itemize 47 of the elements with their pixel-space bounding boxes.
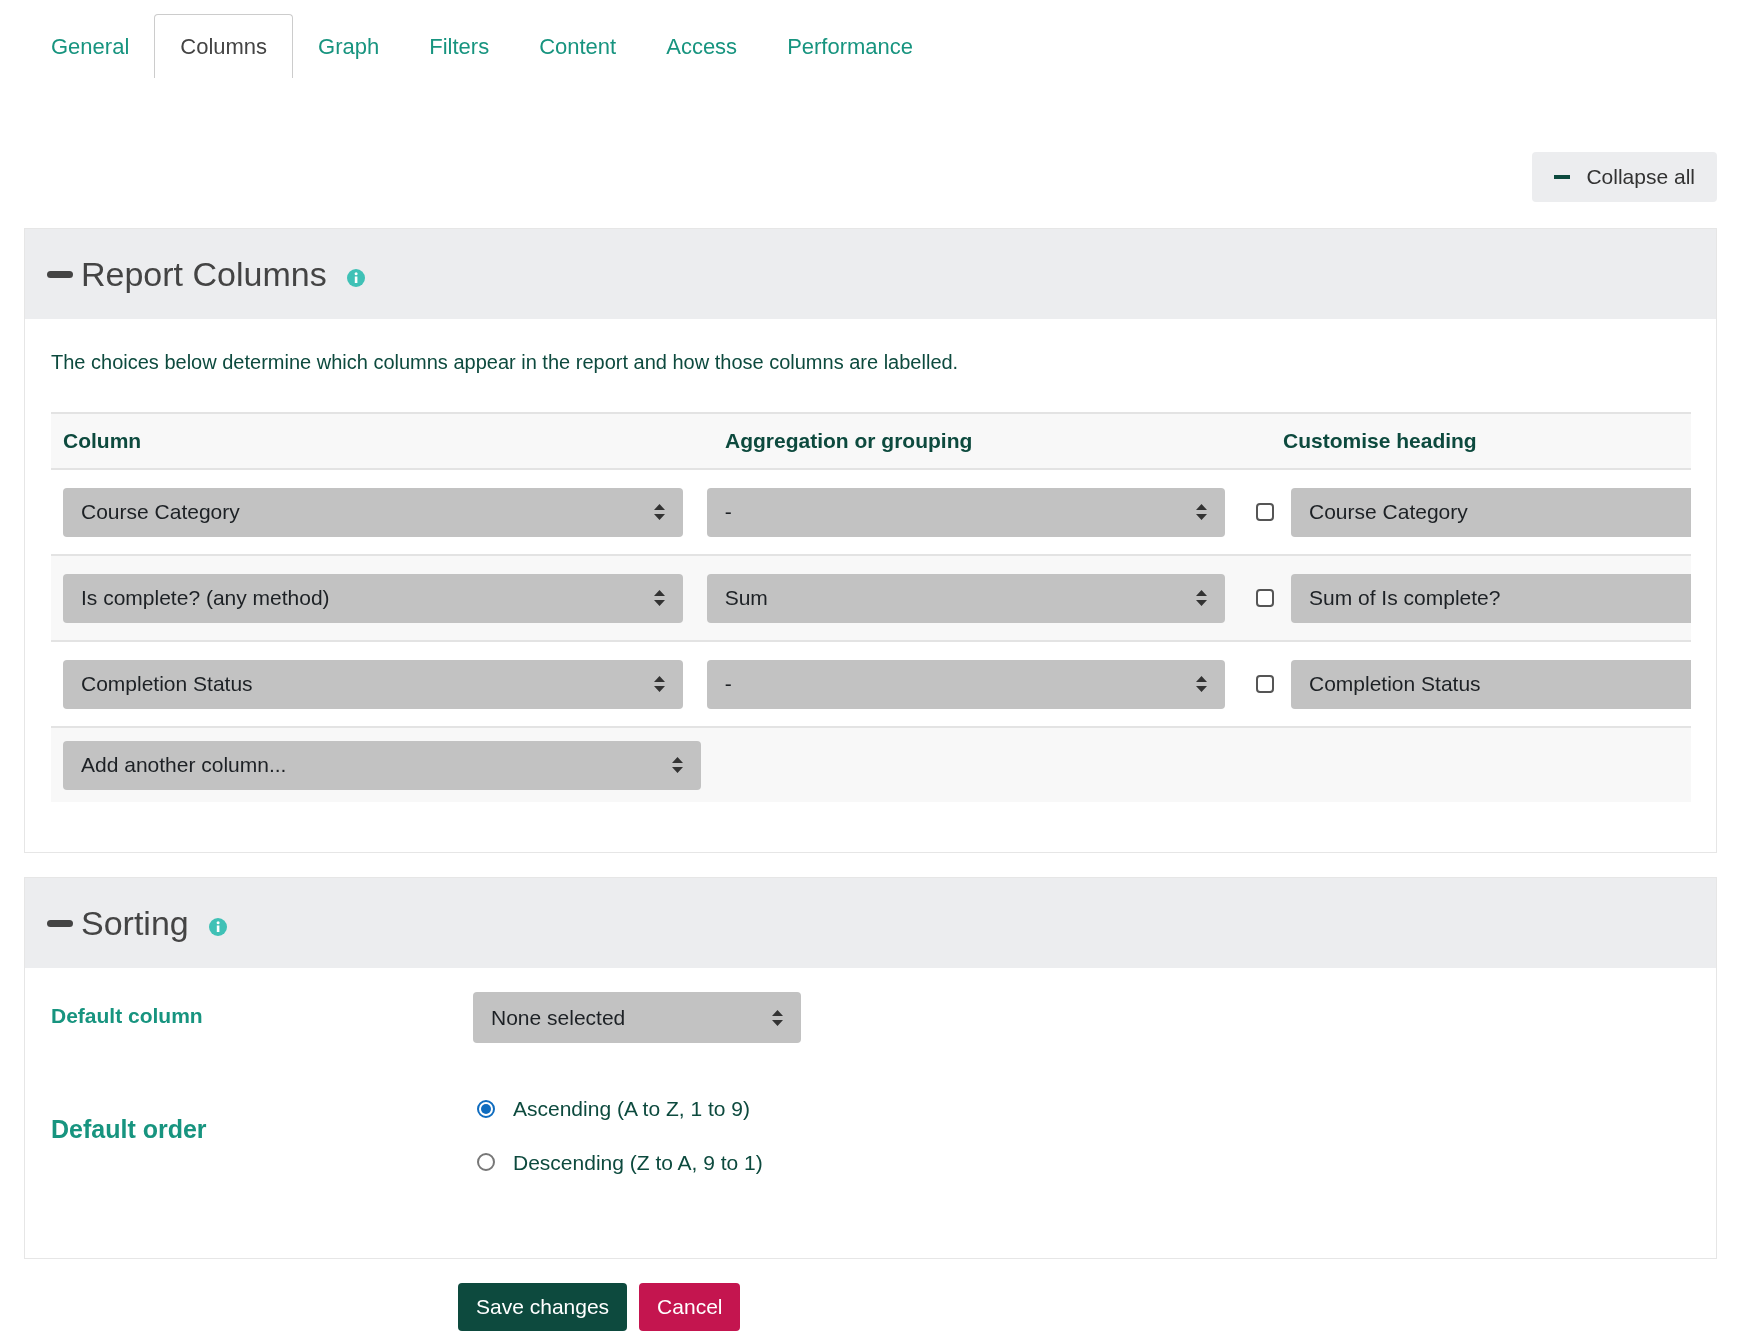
select-dropdown[interactable]: Course Category (63, 487, 683, 537)
tab[interactable]: Filters (404, 14, 515, 78)
collapse-icon[interactable] (47, 919, 73, 927)
sort-arrows-icon (1196, 590, 1208, 606)
collapse-all-button[interactable]: Collapse all (1532, 152, 1717, 202)
sort-arrows-icon (672, 757, 683, 773)
column-header: Customise heading (1283, 428, 1477, 455)
field-label: Default order (51, 1114, 208, 1145)
tab[interactable]: Performance (762, 14, 939, 78)
collapse-icon[interactable] (47, 270, 73, 278)
tab[interactable]: Graph (293, 14, 405, 78)
sort-arrows-icon (653, 590, 665, 606)
cancel-button[interactable]: Cancel (639, 1283, 741, 1331)
radio-label: Ascending (A to Z, 1 to 9) (513, 1096, 750, 1122)
sort-arrows-icon (1196, 676, 1208, 692)
heading-input[interactable]: Sum of Is complete? (1291, 573, 1691, 623)
heading-input[interactable]: Course Category (1291, 487, 1691, 537)
select-dropdown[interactable]: Sum (706, 573, 1226, 623)
select-dropdown[interactable]: None selected (473, 992, 801, 1043)
radio-button[interactable] (477, 1153, 495, 1172)
section-description: The choices below determine which columns appear in the report and how those columns are labelled. (51, 350, 960, 375)
select-dropdown[interactable]: Add another column... (63, 740, 701, 790)
tab[interactable]: Columns (154, 14, 294, 78)
tab[interactable]: Content (514, 14, 642, 78)
save-button[interactable]: Save changes (458, 1283, 628, 1331)
sort-arrows-icon (653, 504, 665, 520)
radio-button[interactable] (477, 1099, 495, 1118)
sort-arrows-icon (653, 676, 665, 692)
minus-icon (1554, 175, 1571, 179)
tab[interactable]: Access (641, 14, 763, 78)
sort-arrows-icon (1196, 504, 1208, 520)
select-dropdown[interactable]: Completion Status (63, 659, 683, 709)
section-title: Sorting (81, 902, 189, 944)
select-dropdown[interactable]: - (706, 659, 1226, 709)
checkbox[interactable] (1256, 503, 1274, 521)
tab[interactable]: General (26, 14, 155, 78)
column-header: Aggregation or grouping (725, 428, 974, 455)
sort-arrows-icon (772, 1009, 783, 1026)
checkbox[interactable] (1256, 675, 1274, 693)
heading-input[interactable]: Completion Status (1291, 659, 1691, 709)
field-label: Default column (51, 1003, 204, 1029)
section-title: Report Columns (81, 253, 327, 295)
column-header: Column (62, 428, 143, 455)
radio-label: Descending (Z to A, 9 to 1) (513, 1149, 763, 1176)
select-dropdown[interactable]: - (706, 487, 1226, 537)
select-dropdown[interactable]: Is complete? (any method) (63, 573, 683, 623)
checkbox[interactable] (1256, 589, 1274, 607)
